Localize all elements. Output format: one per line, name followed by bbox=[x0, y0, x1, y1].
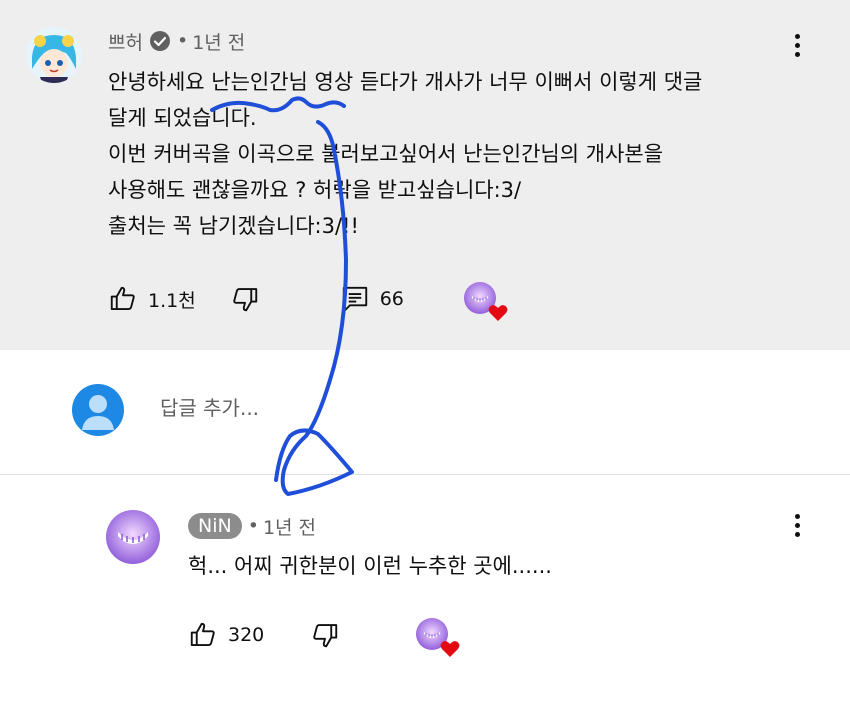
meta-separator: • bbox=[247, 515, 259, 537]
heart-icon bbox=[440, 641, 460, 657]
dislike-button[interactable] bbox=[230, 284, 260, 314]
thumbs-down-icon bbox=[313, 624, 338, 648]
comment-text: 안녕하세요 난는인간님 영상 듣다가 개사가 너무 이뻐서 이렇게 댓글 달게 … bbox=[108, 64, 828, 244]
reply-time[interactable]: 1년 전 bbox=[263, 513, 316, 540]
creator-heart-badge bbox=[416, 618, 460, 657]
comment-line: 달게 되었습니다. bbox=[108, 106, 257, 130]
comment-header: 쁘허 • 1년 전 bbox=[108, 28, 245, 54]
creator-heart-badge bbox=[463, 282, 508, 321]
like-button[interactable]: 320 bbox=[188, 620, 264, 650]
dislike-button[interactable] bbox=[310, 620, 340, 650]
like-button[interactable]: 1.1천 bbox=[108, 284, 196, 314]
thumbs-up-icon bbox=[110, 286, 135, 310]
more-vert-icon[interactable] bbox=[792, 514, 802, 544]
reply-header: NiN • 1년 전 bbox=[188, 512, 316, 540]
comment-icon bbox=[342, 286, 367, 312]
comment-line: 안녕하세요 난는인간님 영상 듣다가 개사가 너무 이뻐서 이렇게 댓글 bbox=[108, 70, 703, 94]
comment-line: 이번 커버곡을 이곡으로 불러보고싶어서 난는인간님의 개사본을 bbox=[108, 142, 664, 166]
comment-line: 출처는 꼭 남기겠습니다:3/!! bbox=[108, 214, 359, 238]
reply-count: 66 bbox=[379, 288, 404, 310]
reply-author-chip[interactable]: NiN bbox=[188, 513, 242, 539]
comment-time[interactable]: 1년 전 bbox=[192, 28, 245, 55]
like-count: 320 bbox=[228, 624, 265, 646]
reply-actions: 320 bbox=[188, 618, 460, 657]
thumbs-down-icon bbox=[233, 288, 257, 312]
thumbs-up-icon bbox=[190, 622, 215, 646]
meta-separator: • bbox=[176, 30, 189, 52]
comment-author[interactable]: 쁘허 bbox=[108, 28, 143, 55]
user-avatar bbox=[72, 384, 124, 436]
reply-button[interactable]: 66 bbox=[340, 284, 404, 314]
reply-text: 헉... 어찌 귀한분이 이런 누추한 곳에...... bbox=[188, 554, 552, 578]
verified-check-icon bbox=[149, 30, 171, 52]
comment-line: 사용해도 괜찮을까요 ? 허락을 받고싶습니다:3/ bbox=[108, 178, 522, 202]
commenter-avatar[interactable] bbox=[26, 27, 82, 83]
divider bbox=[0, 474, 850, 475]
like-count: 1.1천 bbox=[148, 289, 196, 312]
add-reply-row bbox=[72, 384, 124, 436]
more-vert-icon[interactable] bbox=[792, 34, 802, 64]
reply-author-avatar[interactable] bbox=[106, 510, 160, 564]
comment-actions: 1.1천 66 bbox=[108, 282, 508, 321]
heart-icon bbox=[488, 305, 508, 321]
add-reply-input[interactable] bbox=[160, 396, 460, 420]
